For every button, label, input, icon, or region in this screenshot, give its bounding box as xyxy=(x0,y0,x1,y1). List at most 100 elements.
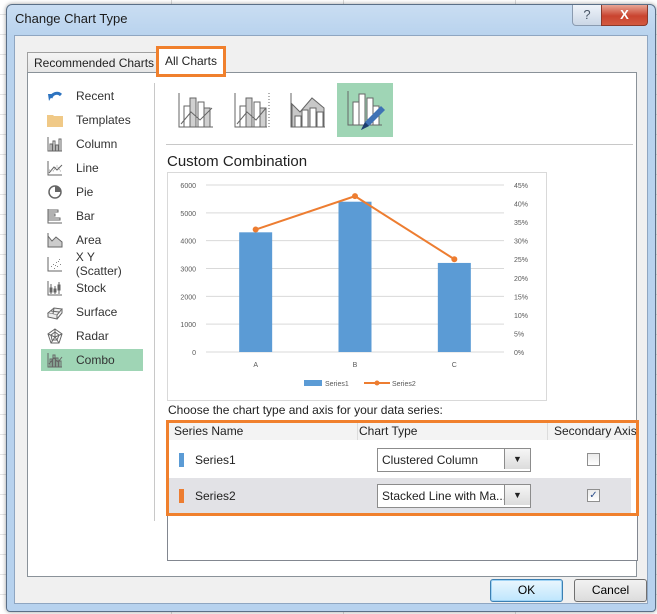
series2-marker xyxy=(451,256,458,263)
dialog-client: Recommended Charts Recent Templates Column… xyxy=(14,35,648,604)
ok-button[interactable]: OK xyxy=(490,579,563,602)
pie-chart-icon xyxy=(46,184,64,200)
help-button[interactable]: ? xyxy=(572,5,602,26)
change-chart-type-dialog: Change Chart Type ? X Recommended Charts… xyxy=(6,4,656,612)
stacked-area-clustered-column-icon xyxy=(290,93,325,128)
series2-marker xyxy=(252,226,259,233)
sidebar-item-label: X Y (Scatter) xyxy=(75,250,122,278)
sidebar-item-label: Surface xyxy=(76,305,118,319)
legend-swatch-series1 xyxy=(304,380,322,386)
header-chart-type: Chart Type xyxy=(358,423,548,440)
sidebar-item-label: Templates xyxy=(76,113,131,127)
subtype-clustered-column-line[interactable] xyxy=(168,83,224,137)
column-chart-icon xyxy=(46,136,64,152)
sidebar-item-pie[interactable]: Pie xyxy=(41,181,143,203)
recent-icon xyxy=(46,88,64,104)
sidebar-item-line[interactable]: Line xyxy=(41,157,143,179)
legend-marker-series2 xyxy=(374,380,380,386)
sidebar-item-column[interactable]: Column xyxy=(41,133,143,155)
sidebar-item-bar[interactable]: Bar xyxy=(41,205,143,227)
sidebar-item-combo[interactable]: Combo xyxy=(41,349,143,371)
sidebar-item-label: Radar xyxy=(76,329,109,343)
sidebar-item-templates[interactable]: Templates xyxy=(41,109,143,131)
secondary-axis-tick-label: 35% xyxy=(514,220,528,227)
secondary-axis-checkbox[interactable]: ✓ xyxy=(587,489,600,502)
radar-chart-icon xyxy=(46,328,64,344)
cancel-button[interactable]: Cancel xyxy=(574,579,647,602)
surface-chart-icon xyxy=(46,304,64,320)
subtype-separator xyxy=(166,144,633,145)
y-axis-tick-label: 1000 xyxy=(180,322,196,329)
series1-bar xyxy=(437,262,471,352)
series-row: Series2 Stacked Line with Ma... ▼ ✓ xyxy=(169,478,631,514)
tab-recommended-charts[interactable]: Recommended Charts xyxy=(27,52,162,73)
legend-label: Series1 xyxy=(325,381,349,388)
series-row: Series1 Clustered Column ▼ xyxy=(169,442,631,478)
series-prompt: Choose the chart type and axis for your … xyxy=(168,403,443,417)
area-chart-icon xyxy=(46,232,64,248)
subtype-custom-combination[interactable] xyxy=(337,83,393,137)
sidebar-item-radar[interactable]: Radar xyxy=(41,325,143,347)
chart-preview: 0 1000 2000 3000 4000 5000 6000 0% 5% 10% 15% 20% 25… xyxy=(167,172,547,401)
y-axis-tick-label: 3000 xyxy=(180,267,196,274)
sidebar-item-surface[interactable]: Surface xyxy=(41,301,143,323)
series1-bar xyxy=(239,232,273,352)
series1-bar xyxy=(338,201,372,352)
dropdown-arrow-icon[interactable]: ▼ xyxy=(504,449,530,469)
sidebar-item-label: Stock xyxy=(76,281,107,295)
secondary-axis-checkbox[interactable] xyxy=(587,453,600,466)
chart-type-value: Stacked Line with Ma... xyxy=(382,489,507,503)
clustered-column-line-secondary-axis-icon xyxy=(234,93,270,128)
secondary-axis-tick-label: 30% xyxy=(514,239,528,246)
y-axis-tick-label: 0 xyxy=(192,350,196,357)
secondary-axis-tick-label: 25% xyxy=(514,257,528,264)
scatter-chart-icon xyxy=(46,256,64,272)
chart-type-dropdown[interactable]: Clustered Column ▼ xyxy=(377,448,531,472)
header-secondary-axis: Secondary Axis xyxy=(548,423,640,440)
series2-marker xyxy=(352,193,358,200)
subtype-stacked-area-column[interactable] xyxy=(280,83,336,137)
series-color-swatch xyxy=(179,453,184,467)
sidebar-item-label: Column xyxy=(76,137,118,151)
secondary-axis-tick-label: 20% xyxy=(514,276,528,283)
y-axis-tick-label: 4000 xyxy=(180,239,196,246)
combo-chart: 0 1000 2000 3000 4000 5000 6000 0% 5% 10% 15% 20% 25… xyxy=(180,183,528,388)
line-chart-icon xyxy=(46,160,64,176)
stock-chart-icon xyxy=(46,280,64,296)
sidebar-item-label: Pie xyxy=(76,185,94,199)
dialog-title: Change Chart Type xyxy=(15,11,128,26)
close-button[interactable]: X xyxy=(601,5,648,26)
y-axis-tick-label: 6000 xyxy=(180,183,196,190)
bar-chart-icon xyxy=(46,208,64,224)
sidebar-item-label: Bar xyxy=(76,209,95,223)
sidebar-item-label: Line xyxy=(76,161,99,175)
secondary-axis-tick-label: 15% xyxy=(514,294,528,301)
secondary-axis-tick-label: 5% xyxy=(514,331,524,338)
custom-combination-icon xyxy=(347,91,385,130)
series-color-swatch xyxy=(179,489,184,503)
sidebar-item-area[interactable]: Area xyxy=(41,229,143,251)
section-title: Custom Combination xyxy=(167,153,308,170)
dropdown-arrow-icon[interactable]: ▼ xyxy=(504,485,530,505)
x-axis-tick-label: C xyxy=(452,362,457,369)
x-axis-tick-label: B xyxy=(353,362,358,369)
header-series-name: Series Name xyxy=(169,423,358,440)
subtype-clustered-column-line-secondary[interactable] xyxy=(224,83,280,137)
combo-chart-icon xyxy=(46,352,64,368)
sidebar-item-recent[interactable]: Recent xyxy=(41,85,143,107)
sidebar-item-x-y-scatter[interactable]: X Y (Scatter) xyxy=(41,250,143,278)
sidebar-item-label: Combo xyxy=(76,353,115,367)
sidebar-divider xyxy=(154,83,155,521)
chart-type-value: Clustered Column xyxy=(382,453,479,467)
series-name: Series2 xyxy=(195,489,236,503)
y-axis-tick-label: 5000 xyxy=(180,211,196,218)
clustered-column-line-icon xyxy=(178,93,213,128)
sidebar-item-label: Recent xyxy=(76,89,115,103)
series-table: Series Name Chart Type Secondary Axis Se… xyxy=(166,420,640,561)
series-name: Series1 xyxy=(195,453,236,467)
sidebar-item-stock[interactable]: Stock xyxy=(41,277,143,299)
secondary-axis-tick-label: 40% xyxy=(514,202,528,209)
chart-type-dropdown[interactable]: Stacked Line with Ma... ▼ xyxy=(377,484,531,508)
legend-label: Series2 xyxy=(392,381,416,388)
tab-all-charts[interactable]: All Charts xyxy=(156,46,227,77)
